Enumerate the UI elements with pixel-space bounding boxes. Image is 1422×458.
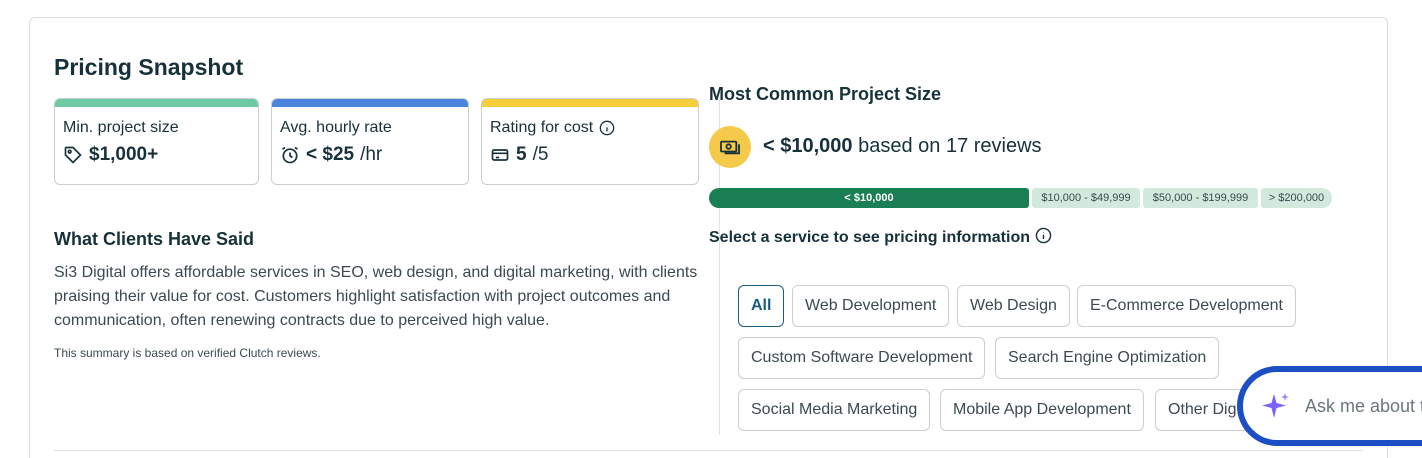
metric-label: Min. project size: [63, 119, 179, 136]
metric-value: 5: [516, 144, 527, 165]
distribution-segment-10k-50k: $10,000 - $49,999: [1032, 188, 1140, 208]
distribution-segment-50k-200k: $50,000 - $199,999: [1143, 188, 1258, 208]
metric-label: Avg. hourly rate: [280, 119, 392, 136]
distribution-segment-under-10k: < $10,000: [709, 188, 1029, 208]
info-icon[interactable]: [1035, 227, 1052, 249]
metric-unit: /hr: [360, 144, 383, 165]
service-chip-web-design[interactable]: Web Design: [957, 285, 1070, 327]
metric-rating-for-cost: Rating for cost 5 /5: [481, 98, 699, 185]
project-size-suffix: based on 17 reviews: [858, 135, 1042, 157]
service-select-heading: Select a service to see pricing informat…: [709, 227, 1052, 249]
metric-accent-bar: [55, 99, 258, 107]
money-coin-icon: [709, 126, 751, 168]
page-title: Pricing Snapshot: [54, 54, 244, 80]
metric-min-project-size: Min. project size $1,000+: [54, 98, 259, 185]
metric-avg-hourly-rate: Avg. hourly rate < $25 /hr: [271, 98, 469, 185]
service-chip-all[interactable]: All: [738, 285, 785, 327]
metric-label-row: Rating for cost: [490, 119, 615, 137]
distribution-segment-over-200k: > $200,000: [1261, 188, 1332, 208]
tag-icon: [63, 145, 83, 165]
service-chip-social-media-marketing[interactable]: Social Media Marketing: [738, 389, 931, 431]
service-chip-web-development[interactable]: Web Development: [792, 285, 950, 327]
project-size-value: < $10,000: [763, 135, 853, 157]
money-card-icon: [490, 145, 510, 165]
clients-summary: Si3 Digital offers affordable services i…: [54, 264, 698, 329]
alarm-clock-icon: [280, 145, 300, 165]
metric-unit: /5: [532, 144, 549, 165]
sparkle-icon: [1261, 391, 1291, 421]
metric-value: $1,000+: [89, 144, 159, 165]
service-chip-seo[interactable]: Search Engine Optimization: [995, 337, 1220, 379]
most-common-project-value: < $10,000 based on 17 reviews: [763, 135, 1042, 158]
ask-ai-label: Ask me about t: [1305, 395, 1422, 416]
service-chip-mobile-app-development[interactable]: Mobile App Development: [940, 389, 1144, 431]
service-select-label: Select a service to see pricing informat…: [709, 229, 1030, 246]
clients-heading: What Clients Have Said: [54, 229, 255, 249]
info-icon[interactable]: [599, 120, 615, 136]
metric-accent-bar: [272, 99, 468, 107]
section-divider: [54, 450, 1363, 451]
metric-label: Rating for cost: [490, 119, 594, 136]
metric-accent-bar: [482, 99, 698, 107]
metric-value: < $25: [306, 144, 355, 165]
service-chip-ecommerce-development[interactable]: E-Commerce Development: [1077, 285, 1296, 327]
project-size-distribution: < $10,000 $10,000 - $49,999 $50,000 - $1…: [709, 188, 1332, 208]
most-common-project-heading: Most Common Project Size: [709, 84, 942, 104]
ask-ai-button[interactable]: Ask me about t: [1237, 366, 1422, 446]
summary-note: This summary is based on verified Clutch…: [54, 346, 321, 360]
service-chip-custom-software-development[interactable]: Custom Software Development: [738, 337, 986, 379]
